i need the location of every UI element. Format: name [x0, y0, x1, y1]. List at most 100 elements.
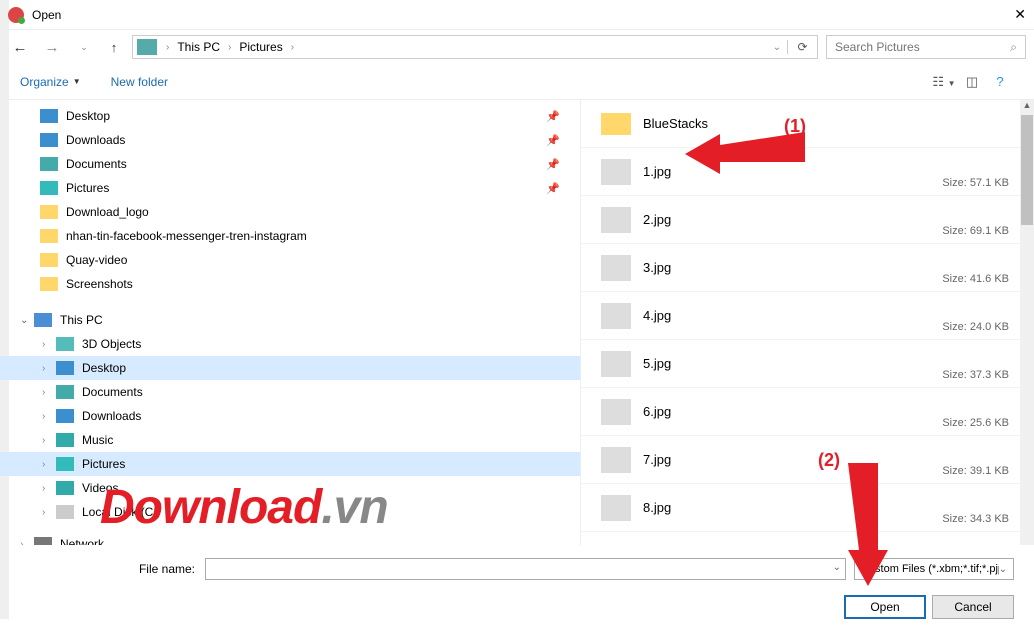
refresh-button[interactable]: ⟳	[787, 40, 817, 54]
file-name: 6.jpg	[643, 404, 671, 419]
docs-icon	[40, 157, 58, 171]
toolbar: Organize ▼ New folder ☷ ▼ ◫ ?	[0, 64, 1034, 100]
pics-icon	[40, 181, 58, 195]
tree-item[interactable]: Documents📌	[0, 152, 580, 176]
file-size: Size: 37.3 KB	[942, 369, 1009, 381]
tree-item[interactable]: Pictures📌	[0, 176, 580, 200]
view-menu[interactable]: ☷ ▼	[930, 74, 958, 90]
breadcrumb-thispc[interactable]: This PC	[174, 40, 223, 54]
tree-item[interactable]: Download_logo	[0, 200, 580, 224]
3d-icon	[56, 337, 74, 351]
file-row[interactable]: 6.jpg Size: 25.6 KB	[581, 388, 1034, 436]
open-button[interactable]: Open	[844, 595, 926, 619]
tree-item[interactable]: Desktop📌	[0, 104, 580, 128]
tree-item[interactable]: ›Videos	[0, 476, 580, 500]
tree-item[interactable]: ›Desktop	[0, 356, 580, 380]
folder-icon	[40, 229, 58, 243]
tree-item[interactable]: Screenshots	[0, 272, 580, 296]
file-row[interactable]: 8.jpgSize: 34.3 KB	[581, 484, 1034, 532]
chevron-right-icon: ›	[42, 339, 56, 350]
organize-menu[interactable]: Organize ▼	[20, 75, 81, 89]
navbar: ← → ⌄ ↑ › This PC › Pictures › ⌄ ⟳ ⌕	[0, 30, 1034, 64]
scroll-thumb[interactable]	[1021, 115, 1033, 225]
tree-item[interactable]: ›3D Objects	[0, 332, 580, 356]
filename-field[interactable]: ⌄	[205, 558, 846, 580]
file-thumbnail	[601, 399, 631, 425]
tree-item[interactable]: ›Documents	[0, 380, 580, 404]
tree-item[interactable]: Downloads📌	[0, 128, 580, 152]
file-row[interactable]: 3.jpgSize: 41.6 KB	[581, 244, 1034, 292]
download-icon	[56, 409, 74, 423]
disk-icon	[56, 505, 74, 519]
filename-label: File name:	[20, 562, 195, 576]
chevron-right-icon: ›	[42, 363, 56, 374]
chevron-right-icon: ›	[223, 42, 236, 53]
file-name: 7.jpg	[643, 452, 671, 467]
help-button[interactable]: ?	[986, 74, 1014, 89]
search-input[interactable]	[835, 40, 1010, 54]
folder-icon	[40, 205, 58, 219]
tree-item[interactable]: nhan-tin-facebook-messenger-tren-instagr…	[0, 224, 580, 248]
file-row[interactable]: 5.jpgSize: 37.3 KB	[581, 340, 1034, 388]
file-type-filter[interactable]: Custom Files (*.xbm;*.tif;*.pjp;* ⌄	[854, 558, 1014, 580]
forward-button[interactable]: →	[40, 39, 64, 56]
pin-icon: 📌	[546, 158, 560, 171]
back-button[interactable]: ←	[8, 39, 32, 56]
tree-item-network[interactable]: ›Network	[0, 532, 580, 545]
preview-toggle[interactable]: ◫	[958, 74, 986, 90]
file-thumbnail	[601, 351, 631, 377]
file-row[interactable]: 1.jpg Size: 57.1 KB	[581, 148, 1034, 196]
desktop-icon	[56, 361, 74, 375]
new-folder-button[interactable]: New folder	[111, 75, 168, 89]
file-row[interactable]: 4.jpgSize: 24.0 KB	[581, 292, 1034, 340]
tree-item[interactable]: Quay-video	[0, 248, 580, 272]
file-thumbnail	[601, 447, 631, 473]
chevron-down-icon: ⌄	[999, 564, 1007, 575]
folder-icon	[40, 277, 58, 291]
folder-icon	[601, 113, 631, 135]
pin-icon: 📌	[546, 182, 560, 195]
recent-dropdown[interactable]: ⌄	[72, 42, 96, 53]
titlebar: Open ✕	[0, 0, 1034, 30]
tree-item[interactable]: ›Music	[0, 428, 580, 452]
file-thumbnail	[601, 159, 631, 185]
file-size: Size: 39.1 KB	[942, 465, 1009, 477]
scrollbar[interactable]: ▲	[1020, 100, 1034, 545]
tree-item[interactable]: ›Pictures	[0, 452, 580, 476]
address-bar[interactable]: › This PC › Pictures › ⌄ ⟳	[132, 35, 818, 59]
file-name: 1.jpg	[643, 164, 671, 179]
up-button[interactable]: ↑	[104, 40, 124, 55]
file-row[interactable]: 2.jpg Size: 69.1 KB	[581, 196, 1034, 244]
search-box[interactable]: ⌕	[826, 35, 1026, 59]
address-dropdown[interactable]: ⌄	[767, 42, 787, 53]
file-row[interactable]: 7.jpg Size: 39.1 KB	[581, 436, 1034, 484]
close-button[interactable]: ✕	[986, 6, 1026, 23]
file-row[interactable]: BlueStacks	[581, 100, 1034, 148]
chevron-right-icon: ›	[42, 483, 56, 494]
folder-icon	[40, 253, 58, 267]
file-size: Size: 24.0 KB	[942, 321, 1009, 333]
pin-icon: 📌	[546, 110, 560, 123]
pin-icon: 📌	[546, 134, 560, 147]
cancel-button[interactable]: Cancel	[932, 595, 1014, 619]
file-size: Size: 69.1 KB	[942, 225, 1009, 237]
filename-input[interactable]	[212, 559, 839, 579]
file-name: 3.jpg	[643, 260, 671, 275]
file-size: Size: 57.1 KB	[942, 177, 1009, 189]
tree-item-thispc[interactable]: ⌄This PC	[0, 308, 580, 332]
docs-icon	[56, 385, 74, 399]
pc-icon	[34, 313, 52, 327]
breadcrumb-pictures[interactable]: Pictures	[236, 40, 285, 54]
search-icon: ⌕	[1010, 40, 1017, 55]
file-name: BlueStacks	[643, 116, 708, 131]
download-icon	[40, 133, 58, 147]
chevron-down-icon: ▼	[73, 77, 81, 86]
tree-item[interactable]: ›Downloads	[0, 404, 580, 428]
file-name: 2.jpg	[643, 212, 671, 227]
file-thumbnail	[601, 303, 631, 329]
tree-item[interactable]: ›Local Disk (C:)	[0, 500, 580, 524]
chevron-down-icon[interactable]: ⌄	[833, 562, 841, 573]
window-title: Open	[32, 8, 986, 22]
file-size: Size: 25.6 KB	[942, 417, 1009, 429]
pics-icon	[56, 457, 74, 471]
